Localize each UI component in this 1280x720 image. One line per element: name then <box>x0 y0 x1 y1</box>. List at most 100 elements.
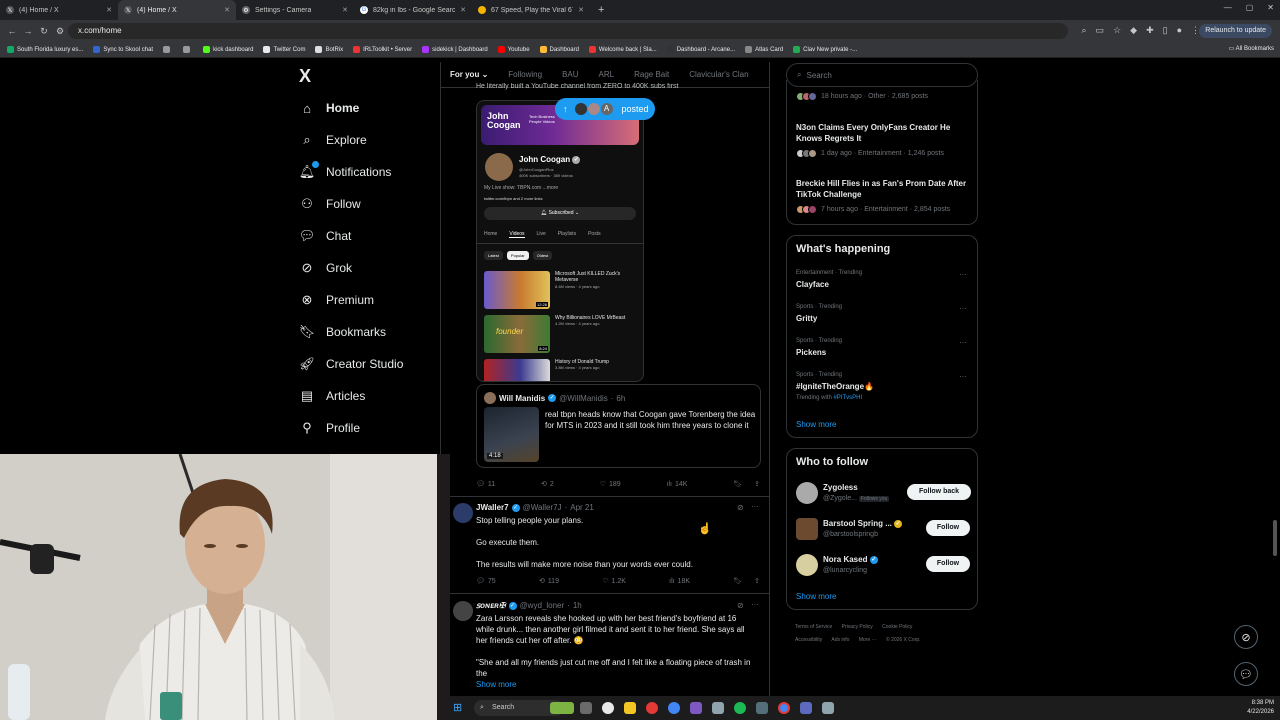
app-icon[interactable] <box>800 702 812 714</box>
tab-overflow[interactable]: E <box>769 70 770 79</box>
chrome-icon[interactable] <box>668 702 680 714</box>
bookmark-item[interactable]: Atlas Card <box>742 46 786 53</box>
more-icon[interactable]: ··· <box>959 338 967 347</box>
avatar[interactable] <box>453 601 473 621</box>
chrome-active-icon[interactable] <box>778 702 790 714</box>
nav-item-premium[interactable]: ⊗ Premium <box>300 288 374 312</box>
new-tab-button[interactable]: + <box>590 0 612 20</box>
cast-icon[interactable]: ▭ <box>1096 25 1105 36</box>
footer-link[interactable]: More ··· <box>859 637 877 643</box>
sidepanel-icon[interactable]: ▯ <box>1163 25 1168 36</box>
user-name[interactable]: Zygoless <box>823 483 858 492</box>
reply-button[interactable]: 💬︎ 75 <box>476 577 496 586</box>
forward-icon[interactable]: → <box>20 26 36 36</box>
footer-link[interactable]: Terms of Service <box>795 624 832 630</box>
bookmark-item[interactable]: sidekick | Dashboard <box>419 46 491 53</box>
follow-button[interactable]: Follow <box>926 556 970 572</box>
close-icon[interactable]: ✕ <box>342 6 348 14</box>
bookmark-icon[interactable]: 🔖︎ <box>733 577 742 585</box>
nav-item-bookmarks[interactable]: 🔖︎ Bookmarks <box>299 320 386 344</box>
more-icon[interactable]: ··· <box>959 372 967 381</box>
bookmark-item[interactable]: BotRix <box>312 46 346 53</box>
bookmark-item[interactable]: Youtube <box>495 46 533 53</box>
app-icon[interactable] <box>602 702 614 714</box>
more-icon[interactable]: ··· <box>751 502 759 511</box>
zoom-icon[interactable]: ⌕ <box>1082 25 1087 36</box>
bookmark-item[interactable]: Dashboard - Arcane... <box>664 46 738 53</box>
app-icon[interactable] <box>690 702 702 714</box>
star-icon[interactable]: ☆ <box>1113 25 1121 36</box>
windows-start-icon[interactable]: ⊞ <box>453 701 462 714</box>
profile-avatar-icon[interactable]: ● <box>1177 25 1182 36</box>
url-field[interactable]: x.com/home <box>68 23 1068 39</box>
avatar[interactable] <box>796 554 818 576</box>
tab-for-you[interactable]: For you ⌄ <box>450 70 488 79</box>
show-more-link[interactable]: Show more <box>796 420 836 429</box>
trend-name[interactable]: #IgniteTheOrange🔥 <box>796 382 874 391</box>
tab-bau[interactable]: BAU <box>562 70 578 79</box>
like-button[interactable]: ♡ 189 <box>600 480 621 489</box>
close-icon[interactable]: ✕ <box>460 6 466 14</box>
messages-button[interactable]: 💬︎ <box>1234 662 1258 686</box>
repost-button[interactable]: ⟲ 2 <box>541 480 554 489</box>
reply-button[interactable]: 💬︎ 11 <box>476 480 495 489</box>
bookmark-item[interactable]: Welcome back | Sla... <box>586 46 660 53</box>
footer-link[interactable]: Accessibility <box>795 637 822 643</box>
close-icon[interactable]: ✕ <box>224 6 230 14</box>
quote-author-name[interactable]: Will Manidis <box>499 394 545 403</box>
browser-tab[interactable]: G 82kg in lbs - Google Search ✕ <box>354 0 472 20</box>
new-posts-pill[interactable]: ↑ A posted <box>555 98 655 120</box>
browser-tab[interactable]: 67 Speed, Play the Viral 67 Gam ✕ <box>472 0 590 20</box>
nav-item-chat[interactable]: 💬︎ Chat <box>299 224 352 248</box>
tab-clavicular-clan[interactable]: Clavicular's Clan <box>689 70 748 79</box>
show-more-link[interactable]: Show more <box>796 592 836 601</box>
browser-tab-active[interactable]: 𝕏 (4) Home / X ✕ <box>118 0 236 20</box>
avatar[interactable] <box>796 518 818 540</box>
footer-link[interactable]: Privacy Policy <box>842 624 873 630</box>
browser-tab[interactable]: ⚙ Settings - Camera ✕ <box>236 0 354 20</box>
nav-item-explore[interactable]: ⌕ Explore <box>300 128 366 152</box>
nav-item-grok[interactable]: ⊘ Grok <box>300 256 352 280</box>
nav-item-home[interactable]: ⌂ Home <box>300 96 359 120</box>
quote-video-thumbnail[interactable]: 4:18 <box>484 407 539 462</box>
avatar[interactable] <box>453 503 473 523</box>
bookmark-icon[interactable]: 🔖︎ <box>733 480 742 488</box>
scrollbar-thumb[interactable] <box>1273 520 1277 556</box>
follow-button[interactable]: Follow <box>926 520 970 536</box>
close-icon[interactable]: ✕ <box>106 6 112 14</box>
bookmark-item[interactable]: IRLToolkit • Server <box>350 46 415 53</box>
tab-rage-bait[interactable]: Rage Bait <box>634 70 669 79</box>
tab-arl[interactable]: ARL <box>599 70 615 79</box>
grok-icon[interactable]: ⊘ <box>737 601 744 610</box>
taskview-icon[interactable] <box>580 702 592 714</box>
news-title[interactable]: Breckie Hill Flies in as Fan's Prom Date… <box>796 178 972 200</box>
grok-icon[interactable]: ⊘ <box>737 503 744 512</box>
more-icon[interactable]: ··· <box>959 304 967 313</box>
footer-link[interactable]: Ads info <box>831 637 849 643</box>
spotify-icon[interactable] <box>734 702 746 714</box>
tweet-author-name[interactable]: JWaller7 <box>476 503 509 512</box>
bookmark-item[interactable]: Sync to Skool chat <box>90 46 156 53</box>
app-icon[interactable] <box>822 702 834 714</box>
tweet-author-name[interactable]: ꜱᴏɴᴇʀ✠ <box>476 601 506 610</box>
browser-tab[interactable]: 𝕏 (4) Home / X ✕ <box>0 0 118 20</box>
views-button[interactable]: ılı 18K <box>669 577 690 585</box>
footer-link[interactable]: Cookie Policy <box>882 624 912 630</box>
avatar[interactable] <box>796 482 818 504</box>
close-icon[interactable]: ✕ <box>578 6 584 14</box>
maximize-icon[interactable]: ▢ <box>1246 3 1254 12</box>
bookmark-item[interactable] <box>180 46 196 53</box>
more-icon[interactable]: ··· <box>959 270 967 279</box>
taskbar-clock[interactable]: 8:38 PM 4/22/2026 <box>1247 699 1274 717</box>
show-more-link[interactable]: Show more <box>476 680 516 689</box>
user-name-row[interactable]: Barstool Spring ... ✓ <box>823 519 903 528</box>
app-icon[interactable] <box>756 702 768 714</box>
relaunch-button[interactable]: Relaunch to update <box>1199 24 1272 38</box>
widget-icon[interactable] <box>550 702 574 714</box>
minimize-icon[interactable]: — <box>1224 3 1232 12</box>
user-name-row[interactable]: Nora Kased ✓ <box>823 555 878 564</box>
share-icon[interactable]: ⇪ <box>754 577 760 585</box>
extension-icon[interactable]: ◆ <box>1130 25 1137 36</box>
app-icon[interactable] <box>646 702 658 714</box>
views-button[interactable]: ılı 14K <box>667 480 688 488</box>
